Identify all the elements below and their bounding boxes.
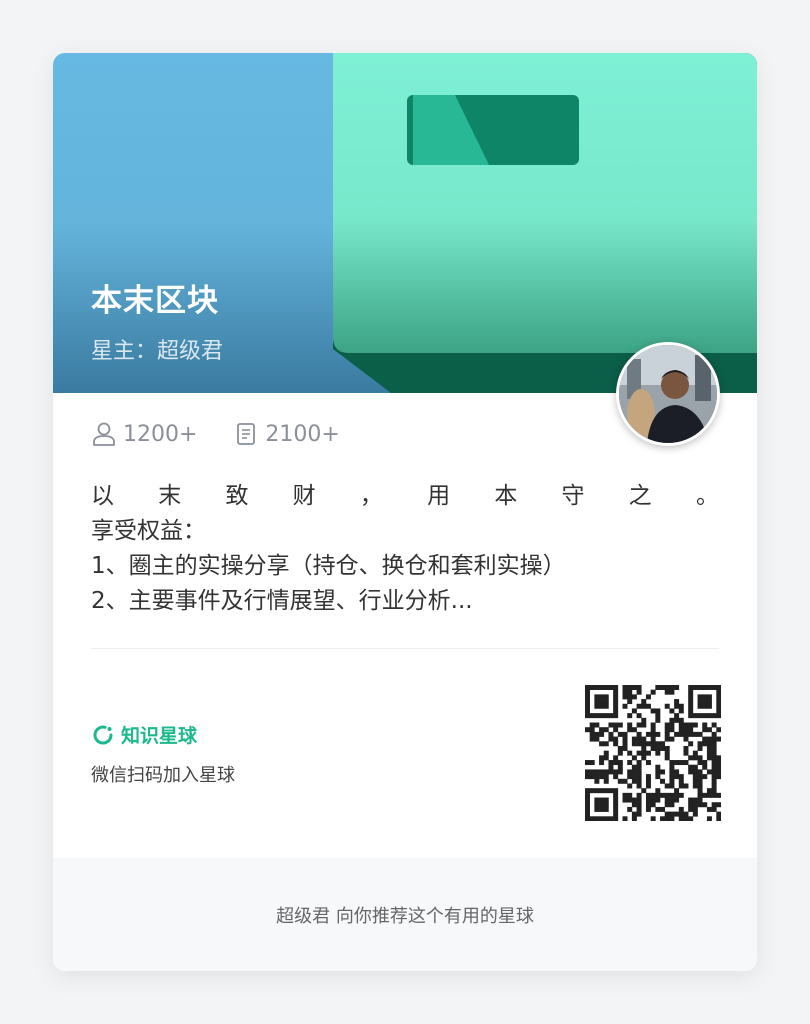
user-icon [93,422,115,446]
brand-name: 知识星球 [121,725,198,747]
planet-title: 本末区块 [91,283,219,319]
document-icon [237,423,256,445]
banner: 本末区块 星主：超级君 [53,53,757,393]
motto-char: ， [359,483,383,509]
planet-owner: 星主：超级君 [91,339,224,364]
planet-description: 以 末 致 财 ， 用 本 守 之 。 享受权益： 1、圈主的实操分享（持仓、换… [91,479,719,619]
motto-char: 守 [561,483,585,509]
motto-char: 末 [158,483,182,509]
motto-char: 之 [628,483,652,509]
motto-char: 用 [427,483,451,509]
motto-char: 本 [494,483,518,509]
zsxq-brand: 知识星球 [91,721,197,748]
members-stat: 1200+ [91,421,197,447]
avatar-photo [619,345,717,443]
recommend-bar: 超级君 向你推荐这个有用的星球 [53,858,757,971]
posts-stat: 2100+ [233,421,340,447]
motto-char: 以 [91,483,114,509]
planet-stats: 1200+ 2100+ [91,419,376,449]
description-line: 2、主要事件及行情展望、行业分析... [91,588,473,614]
join-instruction: 微信扫码加入星球 [91,765,235,786]
posts-count: 2100+ [265,421,340,447]
description-line: 享受权益： [91,518,206,544]
members-count: 1200+ [123,421,198,447]
motto-char: 财 [292,483,316,509]
recommend-text: 超级君 向你推荐这个有用的星球 [276,905,534,927]
motto-line: 以 末 致 财 ， 用 本 守 之 。 [91,479,719,514]
owner-avatar[interactable] [616,342,720,446]
qr-code-icon[interactable] [585,685,721,821]
motto-char: 。 [695,483,719,509]
divider [91,648,719,649]
description-line: 1、圈主的实操分享（持仓、换仓和套利实操） [91,553,566,579]
zsxq-logo-icon [93,725,113,744]
planet-card: 本末区块 星主：超级君 1200+ 2100+ 以 末 致 财 ， 用 本 守 … [53,53,757,971]
motto-char: 致 [225,483,249,509]
